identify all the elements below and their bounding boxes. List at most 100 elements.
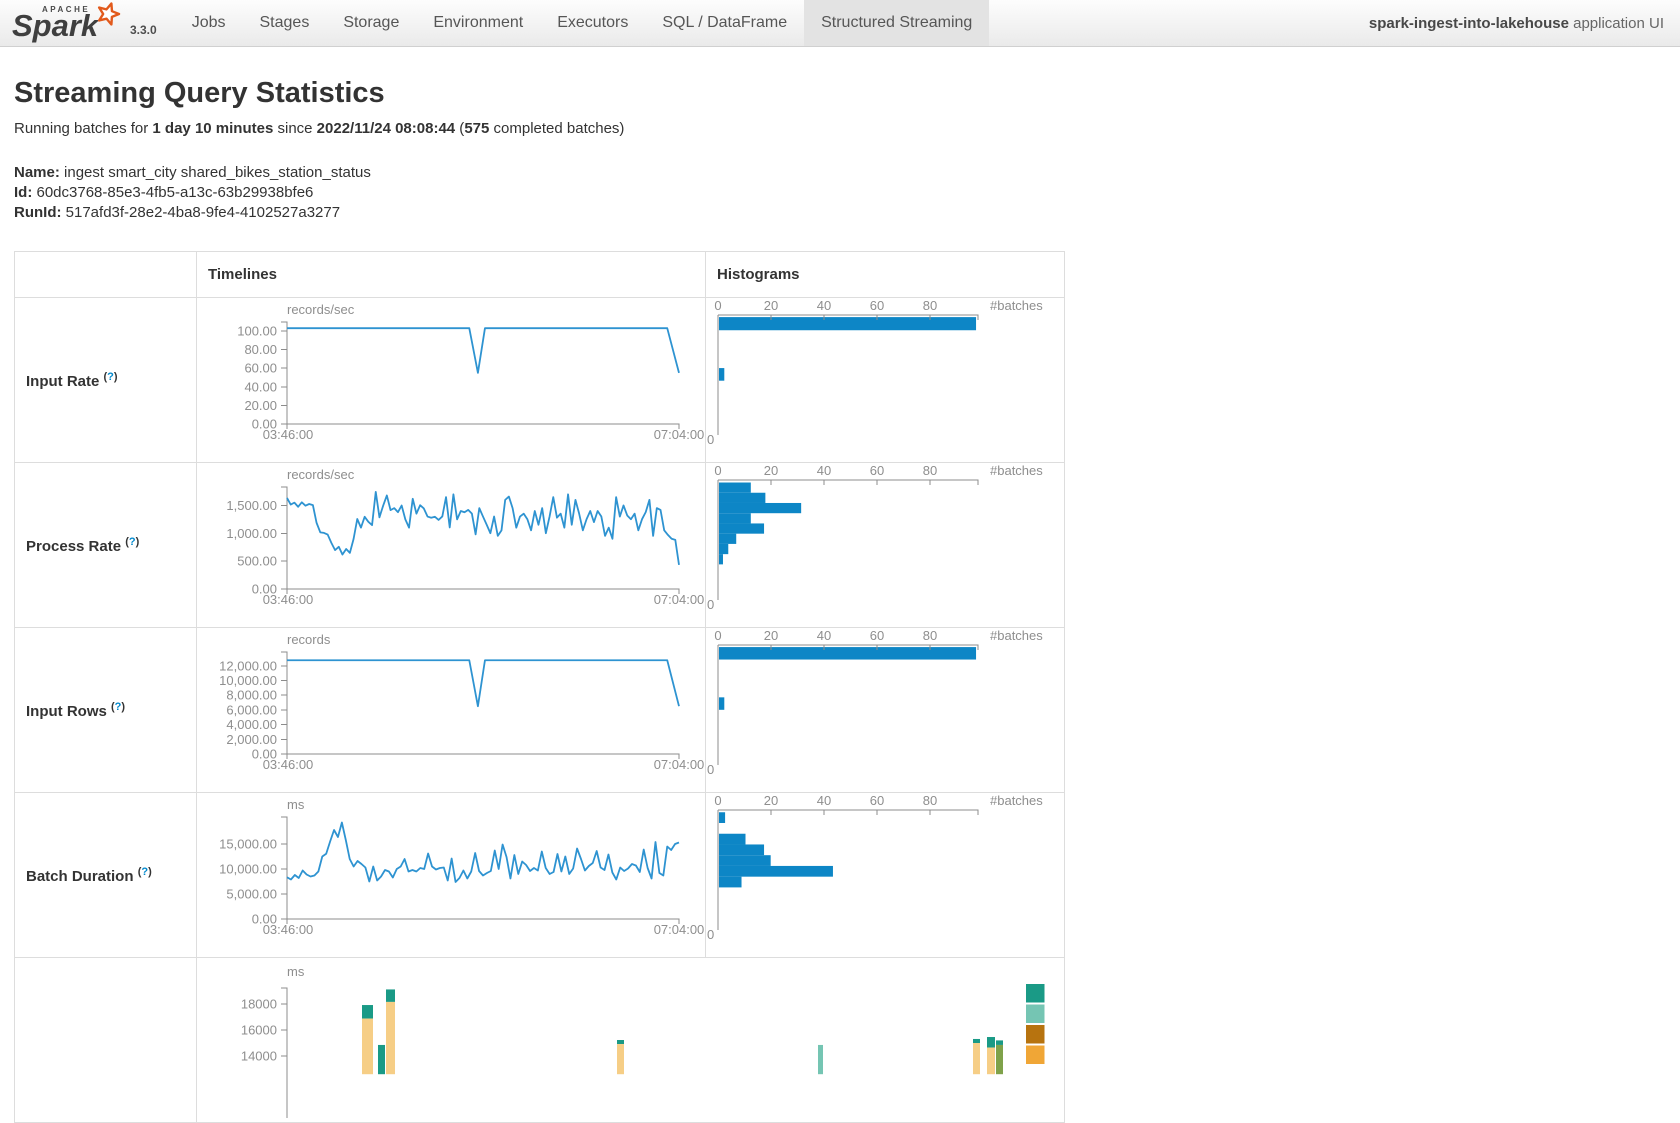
completed-batches-count: 575 xyxy=(464,120,489,137)
id-label: Id: xyxy=(14,184,32,201)
svg-text:07:04:00: 07:04:00 xyxy=(654,427,704,442)
metric-row-operation-duration: ms180001600014000 xyxy=(15,958,1065,1123)
tab-sql-dataframe[interactable]: SQL / DataFrame xyxy=(645,0,804,46)
svg-text:20: 20 xyxy=(764,793,778,808)
tab-stages[interactable]: Stages xyxy=(243,0,327,46)
svg-text:8,000.00: 8,000.00 xyxy=(226,688,277,703)
input-rows-timeline-chart: records12,000.0010,000.008,000.006,000.0… xyxy=(197,628,704,792)
row-label-process-rate: Process Rate (?) xyxy=(15,463,197,628)
svg-text:6,000.00: 6,000.00 xyxy=(226,702,277,717)
input-rows-help-icon[interactable]: (?) xyxy=(111,701,125,713)
svg-text:14000: 14000 xyxy=(241,1049,277,1064)
page-title: Streaming Query Statistics xyxy=(14,77,1666,110)
running-open: ( xyxy=(455,120,464,137)
running-since: 2022/11/24 08:08:44 xyxy=(317,120,455,137)
svg-text:03:46:00: 03:46:00 xyxy=(263,592,314,607)
batch-duration-help-icon[interactable]: (?) xyxy=(138,866,152,878)
statistics-table: Timelines Histograms Input Rate (?) recor… xyxy=(14,251,1065,1123)
svg-text:07:04:00: 07:04:00 xyxy=(654,592,704,607)
spark-logo-image: APACHE Spark xyxy=(10,1,128,43)
runid-value: 517afd3f-28e2-4ba8-9fe4-4102527a3277 xyxy=(61,204,340,221)
spark-logo[interactable]: APACHE Spark 3.3.0 xyxy=(0,0,161,46)
svg-text:0: 0 xyxy=(714,628,721,643)
tab-environment[interactable]: Environment xyxy=(416,0,540,46)
svg-text:ms: ms xyxy=(287,797,305,812)
spark-text: Spark xyxy=(12,8,100,43)
svg-text:40: 40 xyxy=(817,298,831,313)
svg-text:20: 20 xyxy=(764,463,778,478)
spark-version-label: 3.3.0 xyxy=(128,23,157,43)
svg-text:10,000.00: 10,000.00 xyxy=(219,862,277,877)
svg-text:03:46:00: 03:46:00 xyxy=(263,427,314,442)
tab-structured-streaming[interactable]: Structured Streaming xyxy=(804,0,989,46)
svg-text:0: 0 xyxy=(714,463,721,478)
tab-executors[interactable]: Executors xyxy=(540,0,645,46)
svg-text:60: 60 xyxy=(870,463,884,478)
svg-text:0: 0 xyxy=(707,597,714,612)
svg-text:40: 40 xyxy=(817,463,831,478)
row-label-operation-duration xyxy=(15,958,197,1123)
row-label-batch-duration: Batch Duration (?) xyxy=(15,793,197,958)
main-content: Streaming Query Statistics Running batch… xyxy=(0,77,1680,1123)
row-label-input-rows: Input Rows (?) xyxy=(15,628,197,793)
batch-duration-histogram-chart: 020406080#batches0 xyxy=(706,793,1063,957)
svg-text:60: 60 xyxy=(870,298,884,313)
name-label: Name: xyxy=(14,164,60,181)
svg-text:10,000.00: 10,000.00 xyxy=(219,673,277,688)
svg-text:0: 0 xyxy=(707,432,714,447)
svg-text:0: 0 xyxy=(707,762,714,777)
svg-text:2,000.00: 2,000.00 xyxy=(226,732,277,747)
svg-text:#batches: #batches xyxy=(990,628,1043,643)
svg-text:60: 60 xyxy=(870,628,884,643)
tab-jobs[interactable]: Jobs xyxy=(175,0,243,46)
svg-text:#batches: #batches xyxy=(990,793,1043,808)
svg-text:40: 40 xyxy=(817,793,831,808)
query-metadata: Name: ingest smart_city shared_bikes_sta… xyxy=(14,163,1666,223)
svg-text:15,000.00: 15,000.00 xyxy=(219,837,277,852)
app-name-label: spark-ingest-into-lakehouse application … xyxy=(1369,0,1680,46)
input-rate-help-icon[interactable]: (?) xyxy=(104,371,118,383)
svg-text:60: 60 xyxy=(870,793,884,808)
row-label-input-rate: Input Rate (?) xyxy=(15,298,197,463)
running-prefix: Running batches for xyxy=(14,120,152,137)
app-name: spark-ingest-into-lakehouse xyxy=(1369,15,1569,32)
input-rate-histogram-chart: 020406080#batches0 xyxy=(706,298,1063,462)
svg-text:0: 0 xyxy=(707,927,714,942)
tab-storage[interactable]: Storage xyxy=(326,0,416,46)
svg-text:03:46:00: 03:46:00 xyxy=(263,757,314,772)
svg-text:16000: 16000 xyxy=(241,1023,277,1038)
input-rate-timeline-chart: records/sec100.0080.0060.0040.0020.000.0… xyxy=(197,298,704,462)
metric-row-input-rows: Input Rows (?)records12,000.0010,000.008… xyxy=(15,628,1065,793)
svg-text:1,000.00: 1,000.00 xyxy=(226,526,277,541)
svg-text:1,500.00: 1,500.00 xyxy=(226,498,277,513)
metric-row-input-rate: Input Rate (?)records/sec100.0080.0060.0… xyxy=(15,298,1065,463)
legend-swatch xyxy=(1026,984,1045,1003)
svg-text:100.00: 100.00 xyxy=(237,323,277,338)
svg-text:60.00: 60.00 xyxy=(244,361,277,376)
process-rate-histogram-chart: 0 20 40 60 80 #batches 0 xyxy=(706,463,1063,627)
metric-row-process-rate: Process Rate (?) records/sec 1,500.00 1,000… xyxy=(15,463,1065,628)
svg-text:#batches: #batches xyxy=(990,463,1043,478)
svg-text:4,000.00: 4,000.00 xyxy=(226,717,277,732)
svg-text:500.00: 500.00 xyxy=(237,554,277,569)
svg-text:records/sec: records/sec xyxy=(287,467,355,482)
svg-text:80: 80 xyxy=(923,793,937,808)
running-duration: 1 day 10 minutes xyxy=(152,120,273,137)
process-rate-help-icon[interactable]: (?) xyxy=(125,536,139,548)
svg-text:records: records xyxy=(287,632,331,647)
svg-text:03:46:00: 03:46:00 xyxy=(263,922,314,937)
nav-tabs: JobsStagesStorageEnvironmentExecutorsSQL… xyxy=(175,0,990,46)
table-header-row: Timelines Histograms xyxy=(15,252,1065,298)
svg-text:records/sec: records/sec xyxy=(287,302,355,317)
svg-text:20.00: 20.00 xyxy=(244,398,277,413)
svg-text:80: 80 xyxy=(923,298,937,313)
spark-star-icon xyxy=(95,1,121,26)
svg-text:80: 80 xyxy=(923,463,937,478)
svg-text:07:04:00: 07:04:00 xyxy=(654,757,704,772)
svg-text:20: 20 xyxy=(764,628,778,643)
svg-text:5,000.00: 5,000.00 xyxy=(226,887,277,902)
batch-duration-timeline-chart: ms15,000.0010,000.005,000.000.0003:46:00… xyxy=(197,793,704,957)
header-empty xyxy=(15,252,197,298)
metric-row-batch-duration: Batch Duration (?) ms 15,000.00 10,000.00 5,… xyxy=(15,793,1065,958)
svg-text:80: 80 xyxy=(923,628,937,643)
